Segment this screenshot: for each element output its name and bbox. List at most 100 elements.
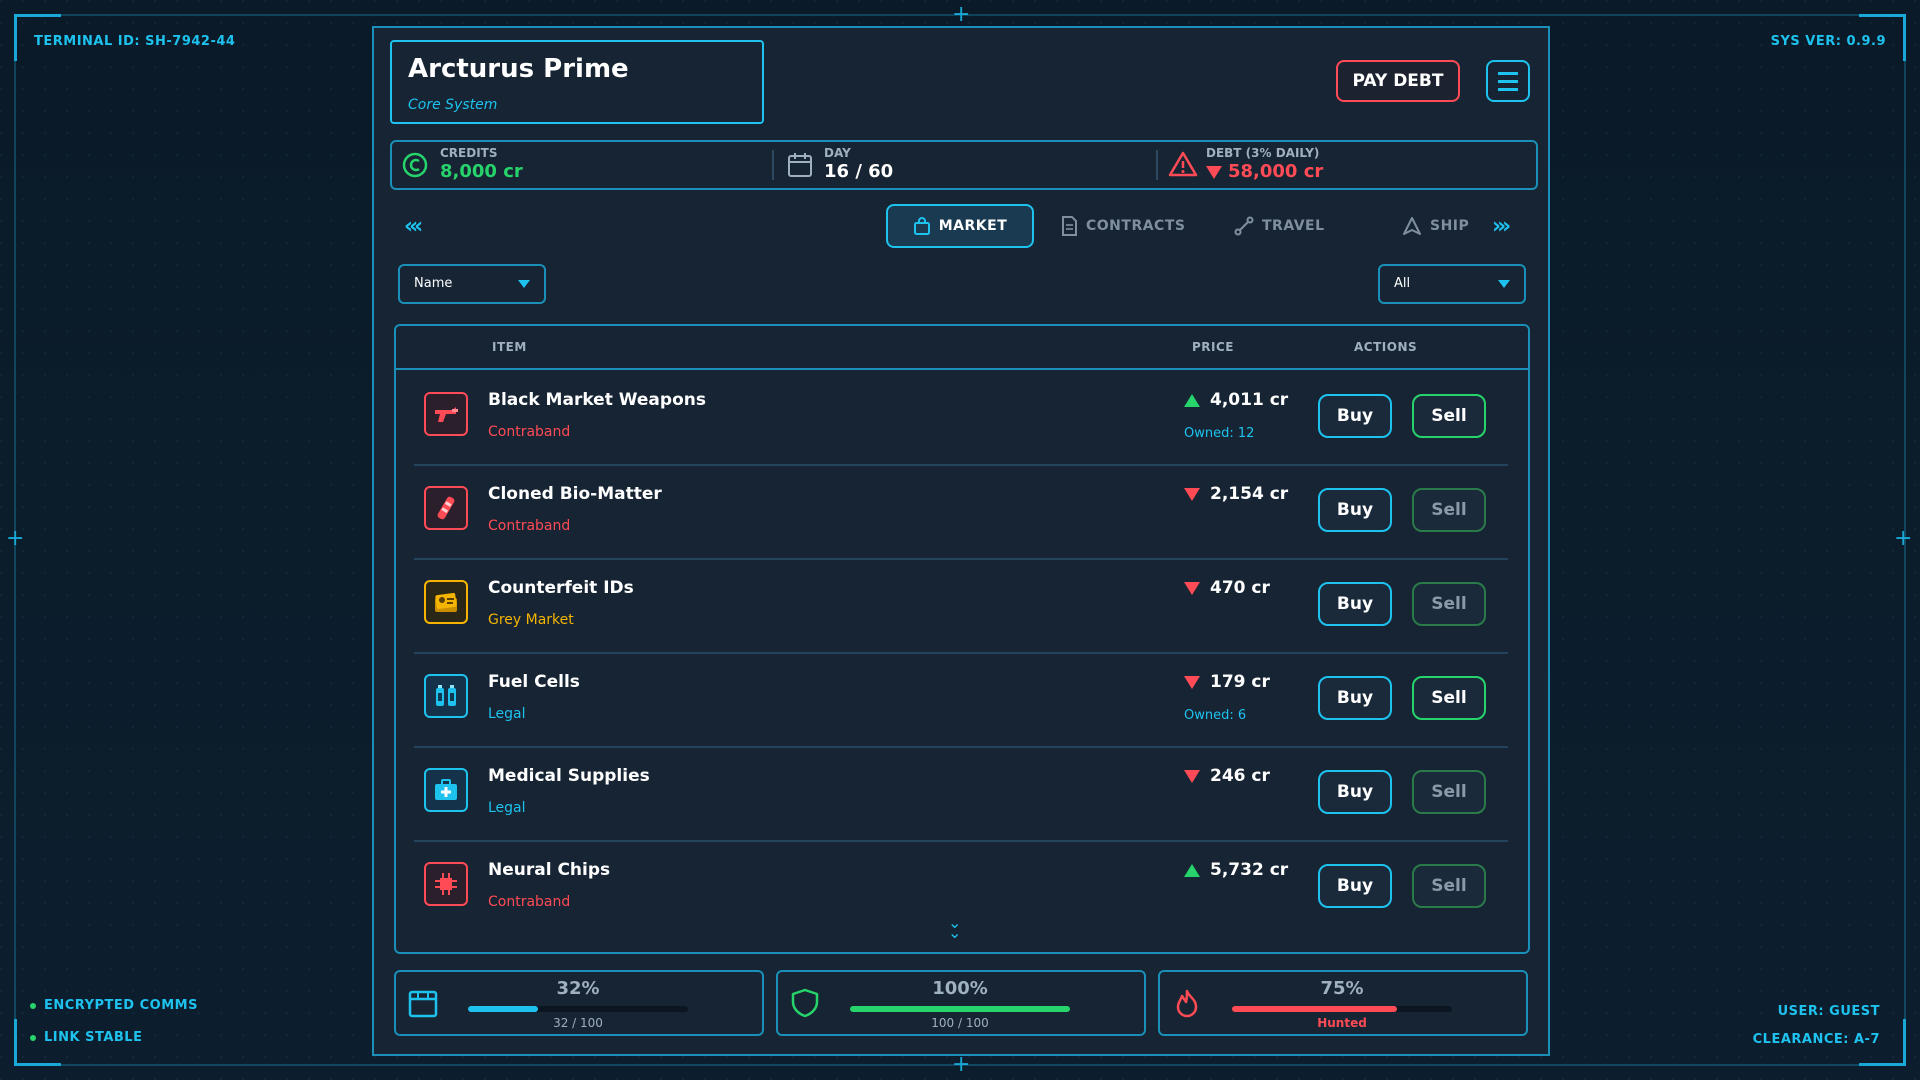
status-dot-icon — [30, 1034, 36, 1041]
vial-icon — [437, 496, 455, 520]
item-icon-frame — [424, 392, 468, 436]
item-icon-frame — [424, 486, 468, 530]
credits-label: CREDITS — [440, 146, 498, 160]
crosshair-icon: + — [6, 526, 25, 551]
day-stat: DAY 16 / 60 — [824, 146, 893, 182]
table-row: Medical Supplies Legal 246 cr Buy Sell — [414, 748, 1508, 842]
heat-caption: Hunted — [1317, 1016, 1367, 1030]
cargo-caption: 32 / 100 — [553, 1016, 603, 1030]
item-category: Contraband — [488, 894, 571, 910]
crosshair-icon: + — [952, 2, 971, 27]
day-value: 16 / 60 — [824, 161, 894, 182]
heat-bar — [1232, 1006, 1452, 1012]
cargo-percent: 32% — [556, 978, 600, 999]
terminal-id: TERMINAL ID: SH-7942-44 — [34, 34, 236, 49]
warning-icon — [1168, 151, 1198, 177]
item-name: Cloned Bio-Matter — [488, 484, 662, 504]
heat-bar-fill — [1232, 1006, 1397, 1012]
sell-button[interactable]: Sell — [1412, 770, 1486, 814]
trend-down-icon — [1184, 675, 1200, 689]
hull-bar — [850, 1006, 1070, 1012]
cargo-meter: 32% 32 / 100 — [394, 970, 764, 1036]
item-category: Legal — [488, 800, 526, 816]
buy-button[interactable]: Buy — [1318, 676, 1392, 720]
pay-debt-button[interactable]: PAY DEBT — [1336, 60, 1460, 102]
divider — [772, 150, 774, 180]
heat-percent: 75% — [1320, 978, 1364, 999]
sell-button[interactable]: Sell — [1412, 488, 1486, 532]
prev-tab-arrows[interactable]: ‹‹‹ — [404, 214, 423, 239]
item-icon-frame — [424, 674, 468, 718]
trend-up-icon — [1184, 393, 1200, 407]
hamburger-icon — [1498, 72, 1518, 75]
item-price: 2,154 cr — [1184, 484, 1288, 504]
divider — [1156, 150, 1158, 180]
debt-stat: DEBT (3% DAILY) 58,000 cr — [1206, 146, 1323, 182]
id-card-icon — [435, 592, 457, 612]
cargo-bar — [468, 1006, 688, 1012]
hull-meter: 100% 100 / 100 — [776, 970, 1146, 1036]
credits-icon — [402, 152, 428, 178]
buy-button[interactable]: Buy — [1318, 864, 1392, 908]
item-price: 246 cr — [1184, 766, 1270, 786]
tab-contracts[interactable]: CONTRACTS — [1060, 204, 1185, 248]
hull-caption: 100 / 100 — [931, 1016, 989, 1030]
item-name: Black Market Weapons — [488, 390, 706, 410]
item-price: 4,011 cr — [1184, 390, 1288, 410]
location-name: Arcturus Prime — [408, 54, 629, 84]
tab-ship[interactable]: SHIP — [1402, 204, 1469, 248]
column-header-item: ITEM — [492, 340, 527, 354]
trend-down-icon — [1184, 769, 1200, 783]
crosshair-icon: + — [1894, 526, 1913, 551]
chip-icon — [435, 873, 457, 895]
item-name: Fuel Cells — [488, 672, 580, 692]
shield-icon — [791, 988, 819, 1018]
owned-count: Owned: 12 — [1184, 426, 1255, 441]
item-icon-frame — [424, 862, 468, 906]
category-select[interactable]: All — [1378, 264, 1526, 304]
sell-button[interactable]: Sell — [1412, 676, 1486, 720]
hamburger-icon — [1498, 88, 1518, 91]
menu-button[interactable] — [1486, 60, 1530, 102]
item-name: Neural Chips — [488, 860, 611, 880]
buy-button[interactable]: Buy — [1318, 582, 1392, 626]
hull-bar-fill — [850, 1006, 1070, 1012]
stats-bar: CREDITS 8,000 cr DAY 16 / 60 DEBT (3% DA… — [390, 140, 1538, 190]
debt-value: 58,000 cr — [1206, 161, 1323, 182]
document-icon — [1062, 216, 1077, 236]
calendar-icon — [788, 153, 812, 177]
sys-version: SYS VER: 0.9.9 — [1770, 34, 1886, 49]
debt-label: DEBT (3% DAILY) — [1206, 146, 1320, 160]
sell-button[interactable]: Sell — [1412, 394, 1486, 438]
clearance-label: CLEARANCE: A-7 — [1752, 1032, 1880, 1047]
trend-up-icon — [1184, 863, 1200, 877]
table-row: Counterfeit IDs Grey Market 470 cr Buy S… — [414, 560, 1508, 654]
item-price: 179 cr — [1184, 672, 1270, 692]
fire-icon — [1176, 989, 1198, 1018]
location-system: Core System — [408, 97, 498, 113]
buy-button[interactable]: Buy — [1318, 394, 1392, 438]
item-category: Contraband — [488, 424, 571, 440]
item-icon-frame — [424, 580, 468, 624]
table-row: Cloned Bio-Matter Contraband 2,154 cr Bu… — [414, 466, 1508, 560]
credits-stat: CREDITS 8,000 cr — [440, 146, 523, 182]
item-price: 5,732 cr — [1184, 860, 1288, 880]
sell-button[interactable]: Sell — [1412, 582, 1486, 626]
item-name: Counterfeit IDs — [488, 578, 634, 598]
tab-market[interactable]: MARKET — [886, 204, 1034, 248]
route-icon — [1234, 216, 1254, 236]
sort-select[interactable]: Name — [398, 264, 546, 304]
heat-meter: 75% Hunted — [1158, 970, 1528, 1036]
chevron-down-icon — [1498, 280, 1510, 288]
buy-button[interactable]: Buy — [1318, 770, 1392, 814]
buy-button[interactable]: Buy — [1318, 488, 1392, 532]
day-label: DAY — [824, 146, 851, 160]
medkit-icon — [435, 779, 457, 800]
scroll-down-icon[interactable]: ⌄ ⌄ — [948, 915, 961, 941]
sell-button[interactable]: Sell — [1412, 864, 1486, 908]
next-tab-arrows[interactable]: ››› — [1492, 214, 1511, 239]
comms-status: ENCRYPTED COMMS — [30, 998, 198, 1013]
cargo-bar-fill — [468, 1006, 539, 1012]
item-category: Contraband — [488, 518, 571, 534]
tab-travel[interactable]: TRAVEL — [1234, 204, 1325, 248]
